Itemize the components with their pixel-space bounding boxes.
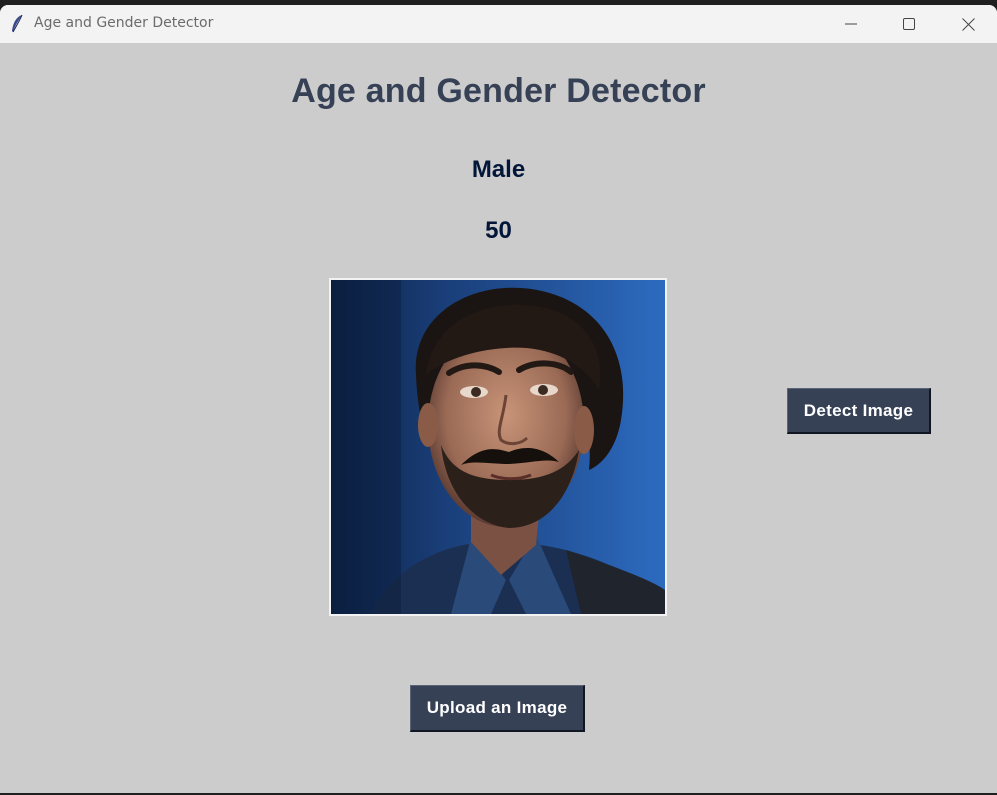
close-icon bbox=[961, 17, 975, 31]
age-result: 50 bbox=[485, 217, 512, 244]
maximize-button[interactable] bbox=[880, 5, 938, 43]
uploaded-image bbox=[329, 278, 667, 616]
title-bar[interactable]: Age and Gender Detector bbox=[0, 5, 997, 43]
maximize-icon bbox=[903, 18, 915, 30]
app-window: Age and Gender Detector Age and Gender D… bbox=[0, 5, 997, 793]
minimize-icon bbox=[845, 18, 857, 30]
feather-icon bbox=[10, 14, 24, 34]
gender-result: Male bbox=[471, 156, 526, 183]
upload-image-button[interactable]: Upload an Image bbox=[410, 685, 585, 732]
main-content: Age and Gender Detector Male 50 Detect I… bbox=[0, 43, 997, 793]
window-title: Age and Gender Detector bbox=[34, 15, 214, 31]
minimize-button[interactable] bbox=[822, 5, 880, 43]
detect-image-button[interactable]: Detect Image bbox=[787, 388, 931, 434]
page-title: Age and Gender Detector bbox=[291, 72, 706, 110]
close-button[interactable] bbox=[939, 5, 997, 43]
